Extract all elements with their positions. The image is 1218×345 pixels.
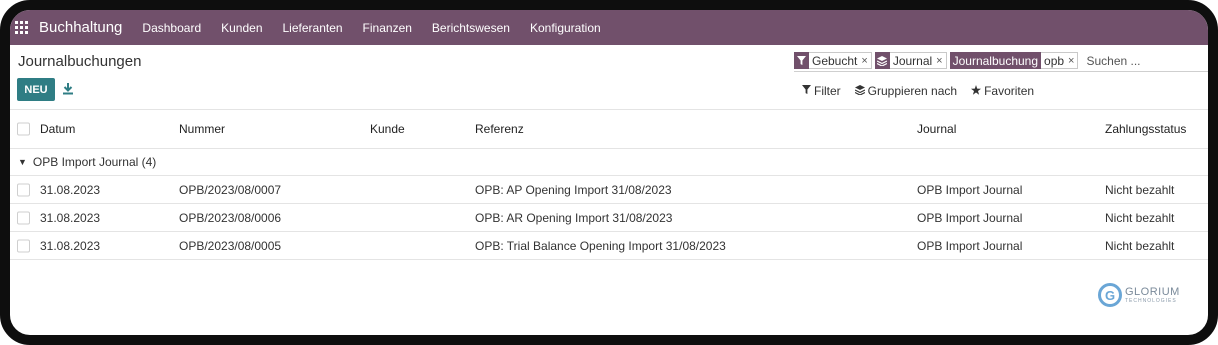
cell-payment-status: Nicht bezahlt: [1105, 238, 1175, 253]
groupby-toggle[interactable]: Gruppieren nach: [854, 84, 958, 98]
cell-payment-status: Nicht bezahlt: [1105, 210, 1175, 225]
menu-finanzen[interactable]: Finanzen: [353, 21, 422, 35]
menu-lieferanten[interactable]: Lieferanten: [273, 21, 353, 35]
facet-groupby-value: Journal: [892, 53, 933, 68]
cell-date: 31.08.2023: [40, 238, 101, 253]
menu-berichtswesen[interactable]: Berichtswesen: [422, 21, 520, 35]
logo-mark: G: [1098, 283, 1122, 307]
row-checkbox[interactable]: [17, 211, 30, 224]
column-header-number[interactable]: Nummer: [179, 110, 225, 148]
facet-groupby: Journal ×: [874, 52, 947, 69]
logo-tagline: TECHNOLOGIES: [1125, 298, 1177, 304]
menu-dashboard[interactable]: Dashboard: [132, 21, 211, 35]
facet-status: Gebucht ×: [794, 52, 872, 69]
star-icon: [971, 84, 982, 98]
layers-icon: [854, 84, 865, 98]
cell-payment-status: Nicht bezahlt: [1105, 182, 1175, 197]
row-checkbox[interactable]: [17, 239, 30, 252]
logo-name: GLORIUM: [1125, 286, 1180, 298]
table-row[interactable]: 31.08.2023 OPB/2023/08/0006 OPB: AR Open…: [10, 204, 1208, 232]
journal-entries-table: Datum Nummer Kunde Referenz Journal Zahl…: [10, 109, 1208, 260]
glorium-watermark-logo: G GLORIUM TECHNOLOGIES: [1098, 283, 1180, 307]
cell-number: OPB/2023/08/0007: [179, 182, 282, 197]
main-menu: Dashboard Kunden Lieferanten Finanzen Be…: [132, 21, 610, 35]
groupby-label: Gruppieren nach: [867, 84, 958, 98]
filter-icon: [794, 52, 809, 69]
cell-journal: OPB Import Journal: [917, 238, 1023, 253]
menu-konfiguration[interactable]: Konfiguration: [520, 21, 611, 35]
menu-kunden[interactable]: Kunden: [211, 21, 272, 35]
cell-number: OPB/2023/08/0006: [179, 210, 282, 225]
download-icon[interactable]: [62, 82, 74, 95]
app-title[interactable]: Buchhaltung: [39, 19, 122, 36]
filter-label: Filter: [814, 84, 841, 98]
app-frame: Buchhaltung Dashboard Kunden Lieferanten…: [0, 0, 1218, 345]
table-row[interactable]: 31.08.2023 OPB/2023/08/0007 OPB: AP Open…: [10, 176, 1208, 204]
cell-date: 31.08.2023: [40, 210, 101, 225]
cell-reference: OPB: AP Opening Import 31/08/2023: [475, 182, 672, 197]
filter-toggle[interactable]: Filter: [802, 84, 841, 98]
column-header-customer[interactable]: Kunde: [370, 110, 405, 148]
cell-journal: OPB Import Journal: [917, 210, 1023, 225]
group-label: OPB Import Journal (4): [32, 155, 157, 169]
search-options: Filter Gruppieren nach Favoriten: [802, 84, 1048, 98]
top-navbar: Buchhaltung Dashboard Kunden Lieferanten…: [10, 10, 1208, 45]
cell-reference: OPB: AR Opening Import 31/08/2023: [475, 210, 673, 225]
cell-number: OPB/2023/08/0005: [179, 238, 282, 253]
facet-journal-close-icon[interactable]: ×: [1068, 55, 1074, 67]
table-header: Datum Nummer Kunde Referenz Journal Zahl…: [10, 109, 1208, 149]
cell-reference: OPB: Trial Balance Opening Import 31/08/…: [475, 238, 726, 253]
column-header-payment-status[interactable]: Zahlungsstatus: [1105, 110, 1186, 148]
search-bar: Gebucht × Journal × Journalbuchung opb ×: [794, 50, 1208, 72]
new-button[interactable]: NEU: [17, 78, 55, 101]
facet-journal-value: opb: [1044, 53, 1065, 68]
layers-icon: [874, 52, 890, 69]
favorites-toggle[interactable]: Favoriten: [971, 84, 1034, 98]
table-row[interactable]: 31.08.2023 OPB/2023/08/0005 OPB: Trial B…: [10, 232, 1208, 260]
facet-groupby-close-icon[interactable]: ×: [936, 55, 942, 67]
cell-date: 31.08.2023: [40, 182, 101, 197]
favorites-label: Favoriten: [984, 84, 1035, 98]
apps-grid-icon[interactable]: [15, 21, 28, 34]
select-all-checkbox[interactable]: [17, 122, 30, 136]
facet-journal: Journalbuchung opb ×: [949, 52, 1079, 69]
column-header-date[interactable]: Datum: [40, 110, 75, 148]
facet-status-close-icon[interactable]: ×: [861, 55, 867, 67]
filter-icon: [802, 85, 811, 97]
cell-journal: OPB Import Journal: [917, 182, 1023, 197]
search-input[interactable]: [1084, 52, 1199, 69]
facet-status-value: Gebucht: [812, 53, 858, 68]
facet-journal-label: Journalbuchung: [949, 52, 1042, 69]
column-header-reference[interactable]: Referenz: [475, 110, 524, 148]
group-row[interactable]: ▼ OPB Import Journal (4): [10, 149, 1208, 176]
row-checkbox[interactable]: [17, 183, 30, 196]
column-header-journal[interactable]: Journal: [917, 110, 956, 148]
caret-down-icon: ▼: [18, 157, 27, 167]
page-title: Journalbuchungen: [18, 53, 142, 70]
